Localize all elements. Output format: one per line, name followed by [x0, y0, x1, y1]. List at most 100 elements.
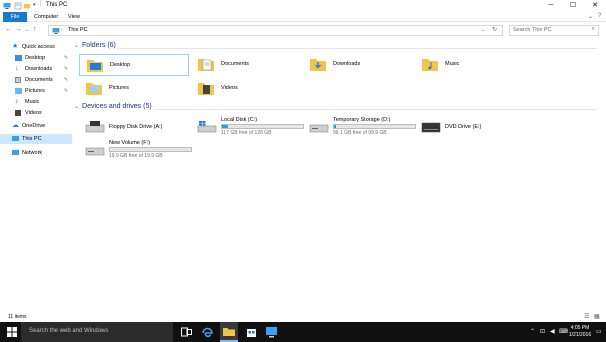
- new-folder-icon[interactable]: [23, 2, 31, 10]
- forward-arrow-icon[interactable]: →: [15, 26, 22, 33]
- file-explorer-taskbar-button[interactable]: [220, 322, 238, 342]
- status-bar: 11 items ☰ ▦: [0, 312, 606, 322]
- folder-downloads[interactable]: Downloads: [303, 54, 413, 76]
- remote-desktop-icon[interactable]: [265, 326, 278, 338]
- chevron-down-icon[interactable]: ⌄: [74, 43, 79, 49]
- pin-icon[interactable]: ✎: [64, 86, 68, 96]
- tab-file[interactable]: File: [3, 12, 27, 22]
- chevron-up-icon[interactable]: ⌃: [530, 328, 535, 335]
- nav-item-documents[interactable]: Documents ✎: [0, 75, 72, 85]
- pin-icon[interactable]: ✎: [64, 53, 68, 63]
- floppy-drive-icon: [85, 121, 105, 133]
- music-folder-icon: [422, 59, 438, 71]
- cloud-icon: ☁: [12, 122, 19, 129]
- address-dropdown-icon[interactable]: ⌄: [481, 27, 485, 33]
- drive-usage-bar: [109, 147, 192, 152]
- address-bar[interactable]: › This PC ⌄ ↻: [48, 25, 503, 36]
- windows-start-icon[interactable]: [7, 327, 17, 337]
- hard-drive-icon: [309, 124, 329, 133]
- action-center-icon[interactable]: ▭: [596, 328, 602, 335]
- hard-drive-icon: [85, 147, 105, 156]
- nav-item-desktop[interactable]: Desktop ✎: [0, 53, 72, 63]
- drive-usage-bar: [333, 124, 416, 129]
- large-icons-view-icon[interactable]: ▦: [594, 313, 600, 320]
- task-view-icon[interactable]: [180, 326, 193, 338]
- dvd-drive-icon: [421, 122, 441, 133]
- clock[interactable]: 4:05 PM 1/21/2016: [567, 325, 593, 339]
- drive-dvd-e[interactable]: DVD Drive (E:): [415, 117, 525, 139]
- nav-item-pictures[interactable]: Pictures ✎: [0, 86, 72, 96]
- maximize-button[interactable]: ☐: [562, 0, 584, 12]
- address-row: ← → ⌄ ↑ › This PC ⌄ ↻ Search This PC ⌕: [0, 23, 606, 38]
- recent-locations-icon[interactable]: ⌄: [25, 27, 29, 33]
- store-icon[interactable]: [245, 326, 258, 338]
- back-arrow-icon[interactable]: ←: [5, 26, 12, 33]
- section-divider: [117, 48, 597, 49]
- desktop-folder-icon: [87, 60, 103, 72]
- taskbar-search-placeholder: Search the web and Windows: [29, 328, 109, 334]
- volume-icon[interactable]: ◀: [550, 328, 555, 335]
- minimize-button[interactable]: ─: [540, 0, 562, 12]
- drives-group-header[interactable]: ⌄ Devices and drives (5): [74, 103, 152, 110]
- download-icon: ↓: [15, 65, 19, 72]
- drive-local-disk-c[interactable]: Local Disk (C:) 117 GB free of 126 GB: [191, 117, 304, 139]
- clock-time: 4:05 PM: [570, 325, 590, 331]
- quick-access-dropdown-icon[interactable]: ▾: [33, 2, 36, 8]
- breadcrumb-chevron-icon[interactable]: ›: [61, 27, 63, 33]
- network-icon[interactable]: ⊡: [540, 328, 545, 335]
- documents-icon: [15, 77, 21, 83]
- breadcrumb[interactable]: This PC: [68, 27, 88, 33]
- folder-music[interactable]: Music: [415, 54, 525, 76]
- pictures-folder-icon: [86, 83, 102, 95]
- downloads-folder-icon: [310, 59, 326, 71]
- folder-desktop[interactable]: Desktop: [79, 54, 189, 76]
- drives-header-label: Devices and drives (5): [82, 103, 152, 110]
- search-placeholder: Search This PC: [513, 27, 552, 33]
- pictures-icon: [15, 88, 22, 94]
- videos-folder-icon: [198, 83, 214, 95]
- nav-item-onedrive[interactable]: ☁ OneDrive: [0, 121, 72, 131]
- help-icon[interactable]: ?: [598, 13, 601, 19]
- window-title: This PC: [46, 2, 68, 8]
- computer-icon: [3, 3, 11, 9]
- expand-ribbon-icon[interactable]: ⌄: [588, 13, 593, 20]
- close-button[interactable]: ✕: [584, 0, 606, 12]
- search-input[interactable]: Search This PC ⌕: [509, 25, 599, 36]
- drive-floppy[interactable]: Floppy Disk Drive (A:): [79, 117, 189, 139]
- ribbon-tabs: File Computer View ⌄ ?: [0, 12, 606, 22]
- nav-item-videos[interactable]: Videos: [0, 108, 72, 118]
- computer-icon: [12, 136, 19, 141]
- taskbar: Search the web and Windows ⌃ ⊡ ◀ ⌨ 4:05 …: [0, 322, 606, 342]
- folder-pictures[interactable]: Pictures: [79, 78, 189, 100]
- windows-drive-icon: [197, 121, 217, 133]
- nav-item-this-pc[interactable]: This PC: [0, 134, 72, 144]
- up-arrow-icon[interactable]: ↑: [33, 26, 37, 33]
- nav-item-music[interactable]: ♪ Music: [0, 97, 72, 107]
- pin-icon[interactable]: ✎: [64, 64, 68, 74]
- nav-item-downloads[interactable]: ↓ Downloads ✎: [0, 64, 72, 74]
- nav-item-network[interactable]: Network: [0, 148, 72, 158]
- music-icon: ♪: [15, 98, 19, 105]
- folder-documents[interactable]: Documents: [191, 54, 301, 76]
- tab-view[interactable]: View: [62, 12, 86, 22]
- edge-browser-icon[interactable]: [201, 326, 214, 338]
- details-view-icon[interactable]: ☰: [584, 313, 589, 320]
- file-explorer-icon: [223, 328, 235, 336]
- pin-icon[interactable]: ✎: [64, 75, 68, 85]
- chevron-down-icon[interactable]: ⌄: [74, 104, 79, 110]
- refresh-icon[interactable]: ↻: [492, 26, 497, 33]
- network-icon: [12, 150, 19, 155]
- nav-item-quick-access[interactable]: ★ Quick access: [0, 42, 72, 52]
- properties-icon[interactable]: [14, 2, 22, 10]
- content-pane: ⌄ Folders (6) Desktop Documents Downloads…: [72, 40, 606, 310]
- drive-temporary-storage-d[interactable]: Temporary Storage (D:) 98.1 GB free of 9…: [303, 117, 416, 139]
- tab-computer[interactable]: Computer: [28, 12, 64, 22]
- folders-group-header[interactable]: ⌄ Folders (6): [74, 42, 116, 49]
- navigation-pane: ★ Quick access Desktop ✎ ↓ Downloads ✎ D…: [0, 40, 72, 310]
- star-icon: ★: [12, 43, 19, 50]
- title-bar: ▾ | This PC ─ ☐ ✕: [0, 0, 606, 12]
- taskbar-search-box[interactable]: Search the web and Windows: [21, 322, 173, 342]
- drive-usage-fill: [222, 125, 228, 128]
- folder-videos[interactable]: Videos: [191, 78, 301, 100]
- drive-new-volume-f[interactable]: New Volume (F:) 19.9 GB free of 19.9 GB: [79, 140, 192, 162]
